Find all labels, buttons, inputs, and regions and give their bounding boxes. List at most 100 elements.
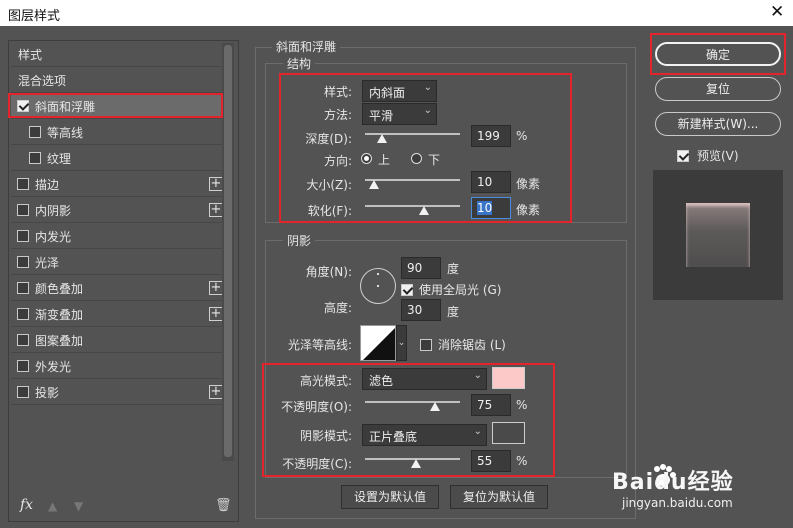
style-list-item[interactable]: 斜面和浮雕	[11, 94, 223, 119]
move-down-icon[interactable]: ▼	[74, 499, 83, 513]
shadow-opacity-value: 55	[477, 454, 493, 468]
shadow-opacity-input[interactable]: 55	[471, 450, 511, 472]
style-checkbox[interactable]	[17, 386, 29, 398]
style-checkbox[interactable]	[17, 178, 29, 190]
scrollbar-thumb[interactable]	[224, 45, 232, 457]
style-list-item[interactable]: 颜色叠加 +	[11, 276, 223, 301]
style-list-item[interactable]: 渐变叠加 +	[11, 302, 223, 327]
add-effect-icon[interactable]: +	[209, 177, 223, 191]
window-title: 图层样式	[8, 9, 61, 24]
make-default-button[interactable]: 设置为默认值	[341, 485, 439, 509]
highlight-mode-dropdown[interactable]: 滤色 ⌄	[362, 368, 487, 390]
close-icon[interactable]: ✕	[770, 2, 784, 22]
soften-unit: 像素	[516, 203, 541, 217]
size-unit: 像素	[516, 177, 541, 191]
size-input[interactable]: 10	[471, 171, 511, 193]
style-dropdown[interactable]: 内斜面 ⌄	[362, 80, 437, 102]
shadow-mode-dropdown[interactable]: 正片叠底 ⌄	[362, 424, 487, 446]
style-list-item[interactable]: 投影 +	[11, 380, 223, 405]
antialias-checkbox[interactable]	[420, 338, 432, 351]
preview-checkbox[interactable]	[677, 149, 689, 162]
style-list-item[interactable]: 混合选项	[11, 68, 223, 93]
style-checkbox[interactable]	[17, 204, 29, 216]
style-list-item[interactable]: 图案叠加	[11, 328, 223, 353]
add-effect-icon[interactable]: +	[209, 307, 223, 321]
fx-button[interactable]: fx	[20, 497, 33, 513]
method-dropdown[interactable]: 平滑 ⌄	[362, 103, 437, 125]
style-list-item[interactable]: 内发光	[11, 224, 223, 249]
highlight-opacity-track[interactable]	[365, 401, 460, 403]
soften-slider-track[interactable]	[365, 205, 460, 207]
style-list-item[interactable]: 外发光	[11, 354, 223, 379]
size-value: 10	[477, 175, 493, 189]
angle-value: 90	[407, 261, 423, 275]
style-checkbox[interactable]	[17, 308, 29, 320]
style-checkbox[interactable]	[17, 100, 29, 112]
depth-value: 199	[477, 129, 500, 143]
style-list-label: 外发光	[35, 359, 72, 374]
antialias-row[interactable]: 消除锯齿 (L)	[420, 336, 506, 353]
style-list-scrollbar[interactable]	[222, 43, 234, 461]
style-checkbox[interactable]	[17, 282, 29, 294]
style-list-item[interactable]: 内阴影 +	[11, 198, 223, 223]
style-checkbox[interactable]	[29, 152, 41, 164]
structure-title: 结构	[283, 55, 316, 72]
add-effect-icon[interactable]: +	[209, 281, 223, 295]
soften-value: 10	[477, 201, 493, 215]
style-list-item[interactable]: 纹理	[11, 146, 223, 171]
style-list-item[interactable]: 样式	[11, 42, 223, 67]
ok-button[interactable]: 确定	[655, 42, 781, 66]
reset-default-button[interactable]: 复位为默认值	[450, 485, 548, 509]
contour-linear-icon	[363, 328, 395, 360]
style-list-item[interactable]: 描边 +	[11, 172, 223, 197]
style-checkbox[interactable]	[17, 256, 29, 268]
move-up-icon[interactable]: ▲	[48, 499, 57, 513]
soften-slider-knob[interactable]	[419, 206, 429, 215]
shading-title: 阴影	[283, 232, 316, 249]
add-effect-icon[interactable]: +	[209, 203, 223, 217]
new-style-button[interactable]: 新建样式(W)...	[655, 112, 781, 136]
style-checkbox[interactable]	[17, 230, 29, 242]
global-light-row[interactable]: 使用全局光 (G)	[401, 281, 501, 298]
global-light-checkbox[interactable]	[401, 283, 413, 296]
angle-input[interactable]: 90	[401, 257, 441, 279]
style-list-label: 等高线	[47, 125, 84, 140]
style-checkbox[interactable]	[29, 126, 41, 138]
style-list-label: 渐变叠加	[35, 307, 84, 322]
gloss-contour-dropdown[interactable]: ⌄	[396, 325, 407, 361]
style-list-item[interactable]: 等高线	[11, 120, 223, 145]
watermark-brand: Baidu经验	[612, 470, 734, 495]
shadow-opacity-label: 不透明度(C):	[282, 457, 352, 471]
add-effect-icon[interactable]: +	[209, 385, 223, 399]
direction-up-radio[interactable]	[361, 153, 372, 164]
altitude-label: 高度:	[323, 301, 352, 315]
highlight-opacity-input[interactable]: 75	[471, 394, 511, 416]
trash-icon[interactable]: 🗑	[215, 498, 232, 513]
direction-down-radio[interactable]	[411, 153, 422, 164]
shadow-color-swatch[interactable]	[492, 422, 525, 444]
highlight-color-swatch[interactable]	[492, 367, 525, 389]
direction-down-label: 下	[428, 153, 441, 167]
style-list-label: 样式	[18, 47, 43, 62]
altitude-input[interactable]: 30	[401, 299, 441, 321]
size-slider-knob[interactable]	[369, 180, 379, 189]
highlight-opacity-knob[interactable]	[430, 402, 440, 411]
style-checkbox[interactable]	[17, 360, 29, 372]
gloss-contour-picker[interactable]	[360, 325, 396, 361]
chevron-down-icon: ⌄	[473, 370, 482, 381]
style-checkbox[interactable]	[17, 334, 29, 346]
preview-row[interactable]: 预览(V)	[677, 147, 739, 164]
highlight-mode-value: 滤色	[369, 374, 394, 388]
gloss-contour-label: 光泽等高线:	[287, 338, 352, 352]
reset-button[interactable]: 复位	[655, 77, 781, 101]
style-list-label: 颜色叠加	[35, 281, 84, 296]
style-list-item[interactable]: 光泽	[11, 250, 223, 275]
chevron-down-icon: ⌄	[423, 105, 432, 116]
soften-input[interactable]: 10	[471, 197, 511, 219]
size-slider-track[interactable]	[365, 179, 460, 181]
method-label: 方法:	[323, 108, 352, 122]
shadow-opacity-knob[interactable]	[411, 459, 421, 468]
watermark-url: jingyan.baidu.com	[622, 496, 733, 510]
depth-input[interactable]: 199	[471, 125, 511, 147]
depth-slider-knob[interactable]	[377, 134, 387, 143]
